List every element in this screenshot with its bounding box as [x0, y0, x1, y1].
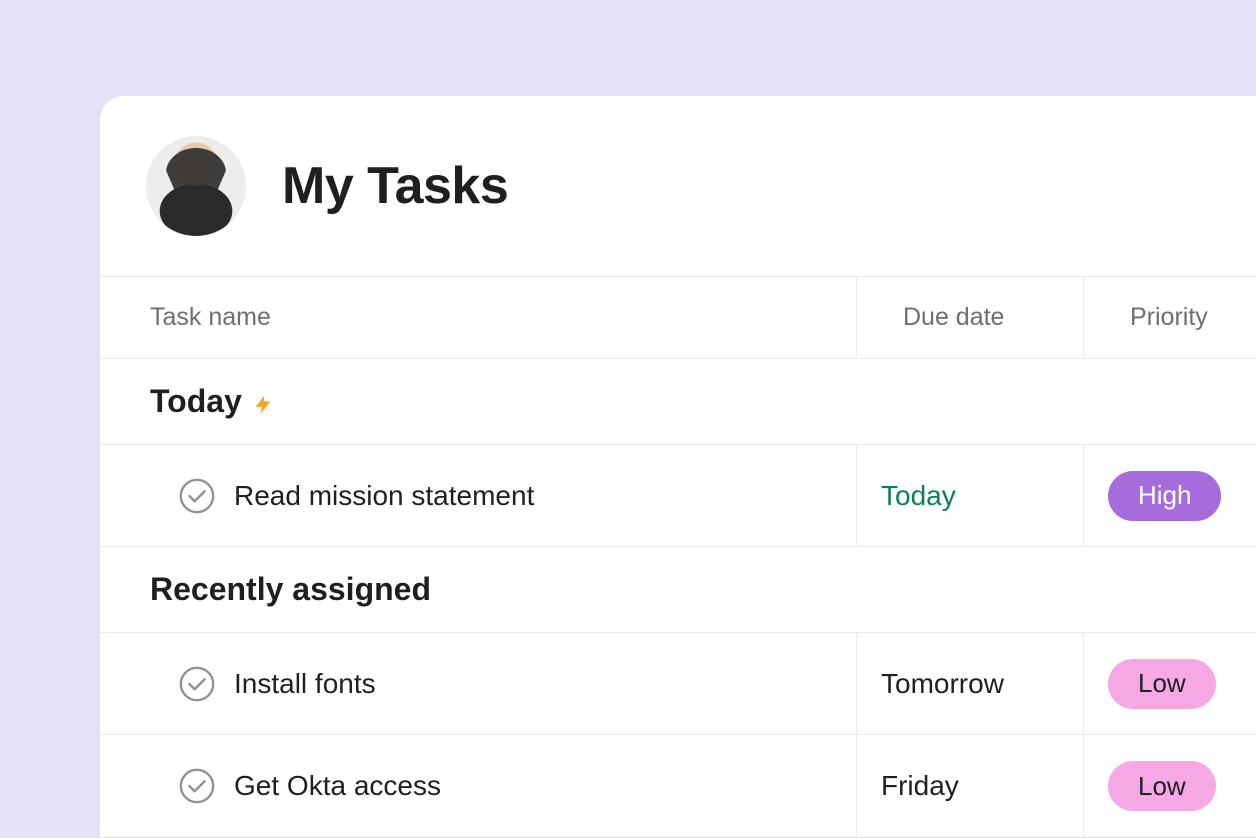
task-name-cell: Get Okta access	[100, 735, 857, 837]
lightning-bolt-icon	[252, 389, 274, 415]
priority-badge: Low	[1108, 761, 1216, 811]
task-name: Install fonts	[234, 668, 376, 700]
task-row[interactable]: Get Okta access Friday Low	[100, 735, 1256, 837]
task-due-cell[interactable]: Tomorrow	[857, 633, 1084, 734]
task-priority-cell[interactable]: Low	[1084, 633, 1256, 734]
task-priority-cell[interactable]: High	[1084, 445, 1256, 546]
priority-badge: Low	[1108, 659, 1216, 709]
priority-badge: High	[1108, 471, 1221, 521]
check-circle-icon[interactable]	[178, 767, 216, 805]
task-due: Friday	[881, 770, 959, 802]
section-label: Today	[150, 383, 242, 420]
task-due-cell[interactable]: Today	[857, 445, 1084, 546]
section-label: Recently assigned	[150, 571, 431, 608]
column-headers: Task name Due date Priority	[100, 276, 1256, 359]
task-name: Get Okta access	[234, 770, 441, 802]
task-name-cell: Read mission statement	[100, 445, 857, 546]
column-header-priority[interactable]: Priority	[1084, 277, 1256, 358]
task-name: Read mission statement	[234, 480, 534, 512]
page-title: My Tasks	[282, 156, 508, 216]
task-row[interactable]: Install fonts Tomorrow Low	[100, 633, 1256, 735]
tasks-card: My Tasks Task name Due date Priority Tod…	[100, 96, 1256, 837]
section-header-recently-assigned[interactable]: Recently assigned	[100, 547, 1256, 633]
column-header-due[interactable]: Due date	[857, 277, 1084, 358]
section-header-today[interactable]: Today	[100, 359, 1256, 445]
user-avatar[interactable]	[146, 136, 246, 236]
check-circle-icon[interactable]	[178, 665, 216, 703]
task-due: Tomorrow	[881, 668, 1004, 700]
task-row[interactable]: Read mission statement Today High	[100, 445, 1256, 547]
column-header-name[interactable]: Task name	[100, 277, 857, 358]
task-priority-cell[interactable]: Low	[1084, 735, 1256, 837]
task-due-cell[interactable]: Friday	[857, 735, 1084, 837]
task-due: Today	[881, 480, 956, 512]
task-name-cell: Install fonts	[100, 633, 857, 734]
check-circle-icon[interactable]	[178, 477, 216, 515]
card-header: My Tasks	[100, 96, 1256, 276]
